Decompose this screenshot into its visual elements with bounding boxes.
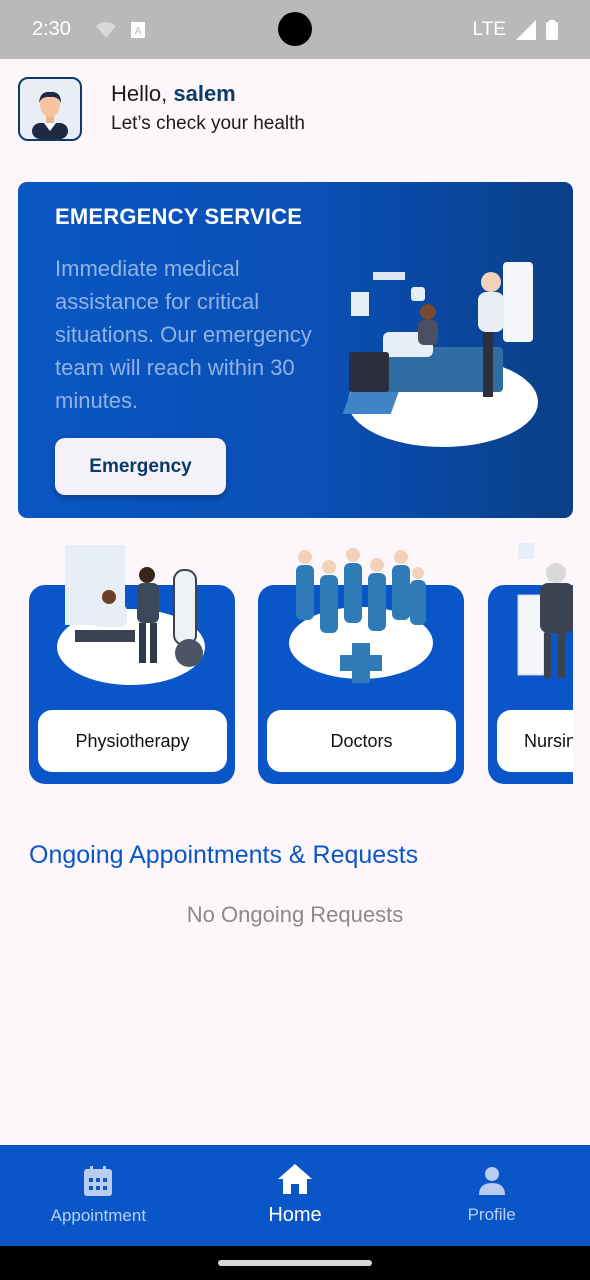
emergency-description: Immediate medical assistance for critica… bbox=[55, 256, 312, 413]
system-gesture-bar bbox=[0, 1246, 590, 1280]
header: Hello, salem Let’s check your health bbox=[18, 77, 305, 141]
camera-cutout bbox=[278, 12, 312, 46]
service-card-physiotherapy[interactable]: Physiotherapy bbox=[29, 545, 235, 784]
nav-item-appointment[interactable]: Appointment bbox=[0, 1145, 197, 1246]
person-icon bbox=[478, 1166, 505, 1195]
user-avatar-icon bbox=[32, 91, 68, 139]
physiotherapy-illustration bbox=[57, 545, 205, 685]
avatar[interactable] bbox=[18, 77, 82, 141]
ongoing-section-title: Ongoing Appointments & Requests bbox=[29, 841, 419, 869]
keyboard-a-icon: A bbox=[130, 21, 145, 38]
greeting: Hello, salem bbox=[111, 81, 305, 107]
bottom-navigation: Appointment Home Profile bbox=[0, 1145, 590, 1246]
signal-icon bbox=[516, 19, 536, 40]
empty-state-message: No Ongoing Requests bbox=[186, 902, 404, 927]
service-card-doctors[interactable]: Doctors bbox=[258, 548, 464, 784]
emergency-card: EMERGENCY SERVICE Immediate medical assi… bbox=[18, 182, 573, 518]
status-bar: 2:30 A LTE bbox=[0, 0, 590, 59]
battery-icon bbox=[546, 19, 558, 40]
nav-label-profile: Profile bbox=[467, 1204, 516, 1224]
greeting-subtitle: Let’s check your health bbox=[111, 113, 305, 134]
home-icon bbox=[278, 1164, 312, 1194]
greeting-prefix: Hello, bbox=[111, 81, 174, 106]
nursing-illustration bbox=[517, 543, 573, 678]
network-label: LTE bbox=[472, 18, 506, 40]
home-gesture-handle[interactable] bbox=[218, 1260, 372, 1266]
calendar-icon bbox=[84, 1165, 113, 1196]
nav-label-home: Home bbox=[268, 1204, 322, 1226]
emergency-button[interactable]: Emergency bbox=[55, 438, 226, 495]
emergency-title: EMERGENCY SERVICE bbox=[55, 204, 303, 229]
svg-text:A: A bbox=[135, 26, 142, 37]
status-time: 2:30 bbox=[32, 18, 71, 40]
service-label: Physiotherapy bbox=[38, 710, 227, 772]
hospital-bed-illustration bbox=[343, 262, 538, 447]
service-label: Nursing bbox=[497, 710, 573, 772]
doctors-illustration bbox=[289, 548, 433, 683]
wifi-icon bbox=[95, 21, 116, 38]
nav-item-profile[interactable]: Profile bbox=[393, 1145, 590, 1246]
service-card-nursing[interactable]: Nursing bbox=[488, 543, 573, 784]
service-label: Doctors bbox=[267, 710, 456, 772]
user-name: salem bbox=[173, 81, 236, 106]
nav-item-home[interactable]: Home bbox=[197, 1145, 394, 1246]
services-carousel[interactable]: Physiotherapy Doctors Nursin bbox=[0, 535, 573, 790]
nav-label-appointment: Appointment bbox=[50, 1205, 147, 1225]
